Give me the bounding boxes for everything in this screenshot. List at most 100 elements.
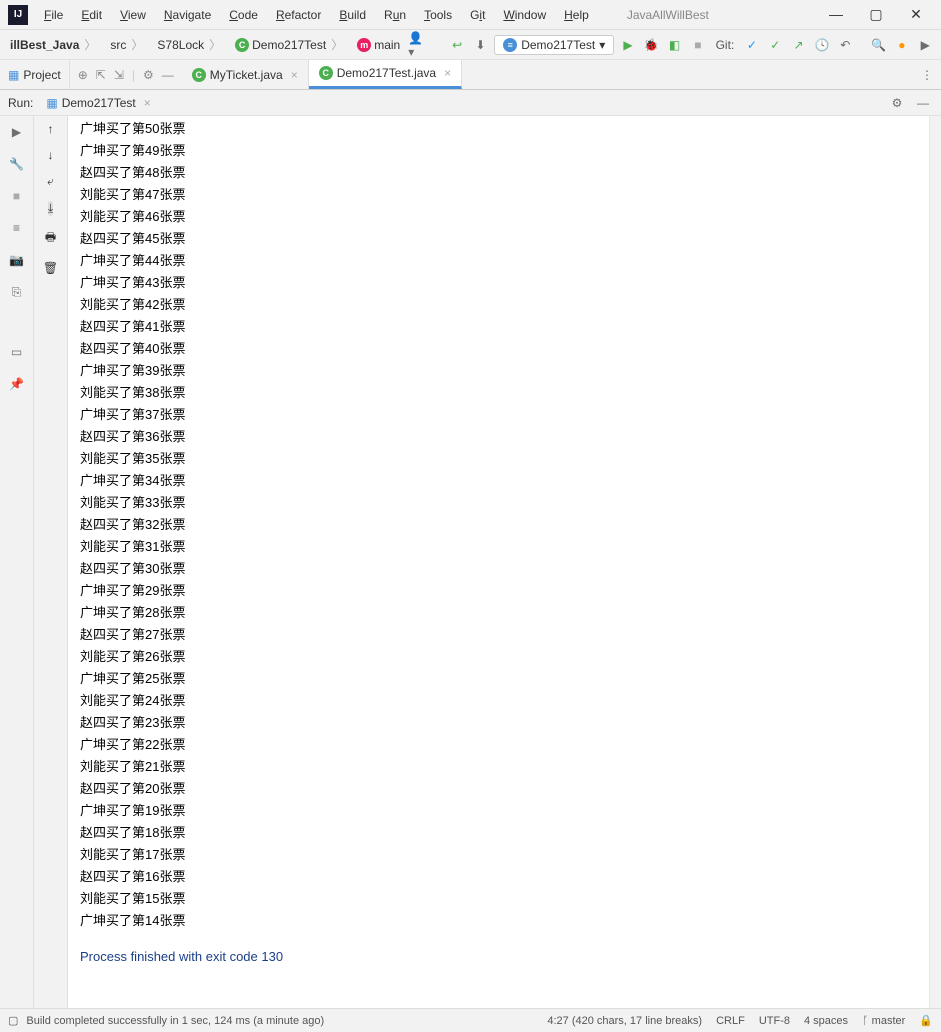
console-line: 广坤买了第19张票 xyxy=(80,800,937,822)
console-line: 赵四买了第27张票 xyxy=(80,624,937,646)
run-icon[interactable]: ▶ xyxy=(618,35,637,55)
console-line: 刘能买了第26张票 xyxy=(80,646,937,668)
console-line: 刘能买了第35张票 xyxy=(80,448,937,470)
collapse-icon[interactable]: ⇲ xyxy=(114,68,124,82)
rerun-icon[interactable]: ▶ xyxy=(7,122,27,142)
lock-icon[interactable]: 🔒 xyxy=(919,1014,933,1027)
git-push-icon[interactable]: ↗ xyxy=(789,35,808,55)
menu-bar: File Edit View Navigate Code Refactor Bu… xyxy=(36,4,597,26)
more-icon[interactable]: ⋮ xyxy=(921,65,941,85)
console-line: 赵四买了第40张票 xyxy=(80,338,937,360)
target-icon[interactable]: ⊕ xyxy=(78,68,88,82)
hide-icon[interactable]: — xyxy=(913,93,933,113)
scrollbar[interactable] xyxy=(929,116,941,1008)
gear-icon[interactable]: ⚙ xyxy=(887,93,907,113)
close-button[interactable]: ✕ xyxy=(906,6,926,23)
up-arrow-icon[interactable]: ↑ xyxy=(48,122,54,136)
gear-icon[interactable]: ⚙ xyxy=(143,68,154,82)
minimize-button[interactable]: — xyxy=(826,6,846,23)
tab-myticket[interactable]: C MyTicket.java × xyxy=(182,60,309,89)
breadcrumb-method[interactable]: mmain xyxy=(353,36,404,54)
down-arrow-icon[interactable]: ↓ xyxy=(48,148,54,162)
line-separator[interactable]: CRLF xyxy=(716,1015,745,1027)
layout-icon[interactable]: ≡ xyxy=(7,218,27,238)
debug-icon[interactable]: 🐞 xyxy=(642,35,661,55)
console-line: 广坤买了第29张票 xyxy=(80,580,937,602)
menu-code[interactable]: Code xyxy=(221,4,266,26)
git-history-icon[interactable]: 🕓 xyxy=(812,35,831,55)
console-output[interactable]: 广坤买了第50张票广坤买了第49张票赵四买了第48张票刘能买了第47张票刘能买了… xyxy=(68,116,941,1008)
scroll-end-icon[interactable]: ⤓ xyxy=(48,201,53,216)
plugin-icon[interactable]: ▶ xyxy=(916,35,935,55)
console-line: 广坤买了第49张票 xyxy=(80,140,937,162)
stop-icon[interactable]: ■ xyxy=(688,35,707,55)
console-line: 赵四买了第32张票 xyxy=(80,514,937,536)
console-line: 赵四买了第20张票 xyxy=(80,778,937,800)
ide-update-icon[interactable]: ● xyxy=(892,35,911,55)
close-icon[interactable]: × xyxy=(140,96,151,110)
console-line: 刘能买了第17张票 xyxy=(80,844,937,866)
close-icon[interactable]: × xyxy=(440,66,451,80)
git-rollback-icon[interactable]: ↶ xyxy=(836,35,855,55)
console-line: 赵四买了第16张票 xyxy=(80,866,937,888)
project-tool-window-button[interactable]: ▦ Project xyxy=(0,60,70,89)
coverage-icon[interactable]: ◧ xyxy=(665,35,684,55)
console-line: 赵四买了第30张票 xyxy=(80,558,937,580)
breadcrumb-pkg[interactable]: S78Lock〉 xyxy=(153,34,227,55)
caret-position[interactable]: 4:27 (420 chars, 17 line breaks) xyxy=(547,1015,702,1027)
menu-view[interactable]: View xyxy=(112,4,154,26)
title-bar: IJ File Edit View Navigate Code Refactor… xyxy=(0,0,941,30)
user-icon[interactable]: 👤▾ xyxy=(408,35,427,55)
back-arrow-icon[interactable]: ↩ xyxy=(448,35,467,55)
menu-build[interactable]: Build xyxy=(331,4,374,26)
print-icon[interactable]: 🖶 xyxy=(45,228,56,249)
git-update-icon[interactable]: ✓ xyxy=(742,35,761,55)
trash-icon[interactable]: 🗑 xyxy=(43,261,58,275)
camera-icon[interactable]: 📷 xyxy=(7,250,27,270)
breadcrumb-src[interactable]: src〉 xyxy=(106,34,149,55)
layout-settings-icon[interactable]: ▭ xyxy=(7,342,27,362)
wrench-icon[interactable]: 🔧 xyxy=(7,154,27,174)
menu-window[interactable]: Window xyxy=(495,4,554,26)
app-icon: IJ xyxy=(8,5,28,25)
menu-tools[interactable]: Tools xyxy=(416,4,460,26)
menu-file[interactable]: File xyxy=(36,4,71,26)
run-console-area: ▶ 🔧 ■ ≡ 📷 ⎘ ▭ 📌 ↑ ↓ ⤶ ⤓ 🖶 🗑 广坤买了第50张票广坤买… xyxy=(0,116,941,1008)
console-line: 赵四买了第18张票 xyxy=(80,822,937,844)
exit-icon[interactable]: ⎘ xyxy=(7,282,27,302)
git-branch[interactable]: ᚴ master xyxy=(862,1015,905,1027)
tool-windows-icon[interactable]: ▢ xyxy=(8,1014,18,1027)
menu-help[interactable]: Help xyxy=(556,4,597,26)
tab-demo217test[interactable]: C Demo217Test.java × xyxy=(309,60,462,89)
menu-refactor[interactable]: Refactor xyxy=(268,4,329,26)
run-tab[interactable]: ▦ Demo217Test × xyxy=(39,93,157,113)
menu-git[interactable]: Git xyxy=(462,4,493,26)
project-icon: ▦ xyxy=(8,68,19,82)
search-icon[interactable]: 🔍 xyxy=(869,35,888,55)
indent-settings[interactable]: 4 spaces xyxy=(804,1015,848,1027)
close-icon[interactable]: × xyxy=(287,68,298,82)
console-line: 刘能买了第46张票 xyxy=(80,206,937,228)
console-line: 刘能买了第42张票 xyxy=(80,294,937,316)
menu-run[interactable]: Run xyxy=(376,4,414,26)
run-config-icon: ▦ xyxy=(46,96,57,110)
hide-icon[interactable]: — xyxy=(162,68,174,82)
maximize-button[interactable]: ▢ xyxy=(866,6,886,23)
compile-icon[interactable]: ⬇ xyxy=(471,35,490,55)
stop-button-icon[interactable]: ■ xyxy=(7,186,27,206)
menu-navigate[interactable]: Navigate xyxy=(156,4,219,26)
breadcrumb-class[interactable]: CDemo217Test〉 xyxy=(231,34,349,55)
run-mid-gutter: ↑ ↓ ⤶ ⤓ 🖶 🗑 xyxy=(34,116,68,1008)
console-line: 赵四买了第41张票 xyxy=(80,316,937,338)
run-configuration-selector[interactable]: ≡ Demo217Test ▾ xyxy=(494,35,614,55)
file-encoding[interactable]: UTF-8 xyxy=(759,1015,790,1027)
menu-edit[interactable]: Edit xyxy=(73,4,110,26)
expand-icon[interactable]: ⇱ xyxy=(96,68,106,82)
breadcrumb-root[interactable]: illBest_Java〉 xyxy=(6,34,102,55)
console-line: 广坤买了第34张票 xyxy=(80,470,937,492)
soft-wrap-icon[interactable]: ⤶ xyxy=(47,174,54,189)
git-label: Git: xyxy=(712,38,739,52)
console-line: 广坤买了第22张票 xyxy=(80,734,937,756)
pin-icon[interactable]: 📌 xyxy=(7,374,27,394)
git-commit-icon[interactable]: ✓ xyxy=(766,35,785,55)
